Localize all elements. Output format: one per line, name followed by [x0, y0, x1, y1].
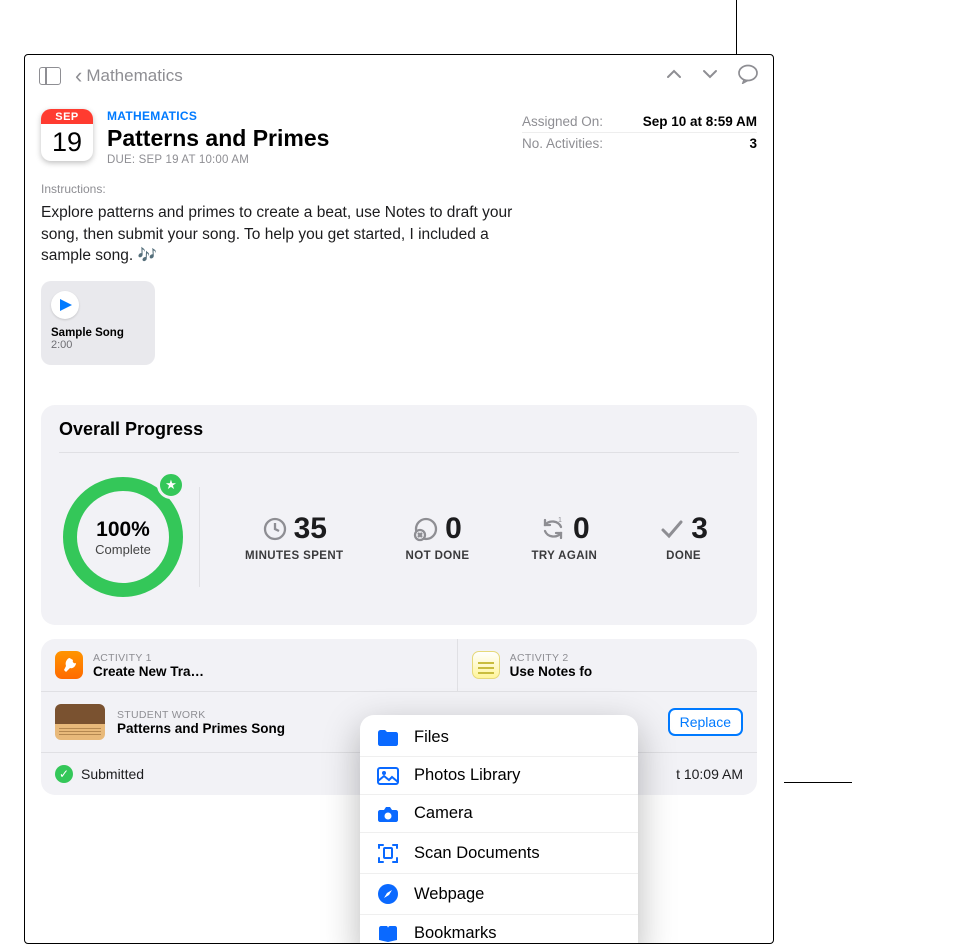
toolbar: ‹ Mathematics: [25, 55, 773, 97]
play-button[interactable]: [51, 291, 79, 319]
activity-2[interactable]: ACTIVITY 2 Use Notes fo: [458, 639, 757, 691]
callout-line-top: [736, 0, 737, 62]
menu-item-camera-label: Camera: [414, 804, 473, 823]
try-again-icon: 1: [539, 516, 567, 542]
stat-done: 3 DONE: [659, 512, 708, 562]
app-window: ‹ Mathematics SEP 19 MATHEMATICS Pattern…: [24, 54, 774, 944]
not-done-value: 0: [445, 512, 462, 546]
progress-complete-label: Complete: [95, 542, 151, 557]
stat-minutes: 35 MINUTES SPENT: [245, 512, 344, 562]
instructions-block: Instructions: Explore patterns and prime…: [25, 174, 773, 267]
stat-not-done: 0 NOT DONE: [406, 512, 470, 562]
star-badge-icon: ★: [157, 471, 185, 499]
chevron-up-icon[interactable]: [665, 67, 683, 85]
try-again-value: 0: [573, 512, 590, 546]
compass-icon: [376, 883, 400, 905]
menu-item-scan[interactable]: Scan Documents: [360, 833, 638, 874]
back-button[interactable]: ‹ Mathematics: [75, 65, 183, 87]
menu-item-camera[interactable]: Camera: [360, 795, 638, 833]
meta-block: Assigned On: Sep 10 at 8:59 AM No. Activ…: [522, 109, 757, 166]
calendar-month: SEP: [41, 109, 93, 124]
minutes-value: 35: [294, 512, 327, 546]
attach-source-menu: Files Photos Library Camera Scan Documen…: [360, 715, 638, 944]
menu-item-files[interactable]: Files: [360, 719, 638, 757]
callout-line-right: [784, 782, 852, 783]
overall-progress-title: Overall Progress: [59, 419, 739, 453]
photos-icon: [376, 767, 400, 785]
menu-item-photos[interactable]: Photos Library: [360, 757, 638, 795]
svg-text:1: 1: [558, 517, 562, 524]
activity-2-label: ACTIVITY 2: [510, 652, 593, 664]
menu-item-files-label: Files: [414, 728, 449, 747]
submitted-check-icon: ✓: [55, 765, 73, 783]
progress-ring: 100% Complete ★: [59, 471, 191, 603]
divider: [199, 487, 200, 587]
activities-count-label: No. Activities:: [522, 136, 603, 151]
due-label: DUE: SEP 19 AT 10:00 AM: [107, 154, 329, 166]
instructions-body: Explore patterns and primes to create a …: [41, 202, 541, 267]
activities-count-value: 3: [749, 136, 757, 151]
sidebar-toggle-icon[interactable]: [39, 67, 61, 85]
progress-percent: 100%: [96, 518, 150, 542]
assigned-on-value: Sep 10 at 8:59 AM: [643, 114, 757, 129]
instructions-label: Instructions:: [41, 182, 757, 196]
calendar-icon: SEP 19: [41, 109, 93, 161]
activity-1[interactable]: ACTIVITY 1 Create New Tra…: [41, 639, 458, 691]
assignment-title: Patterns and Primes: [107, 125, 329, 152]
replace-button[interactable]: Replace: [668, 708, 743, 736]
back-label: Mathematics: [86, 66, 182, 86]
assigned-on-label: Assigned On:: [522, 114, 603, 129]
menu-item-bookmarks-label: Bookmarks: [414, 924, 497, 943]
submitted-time: t 10:09 AM: [676, 766, 743, 782]
message-icon[interactable]: [737, 64, 759, 89]
try-again-label: TRY AGAIN: [531, 550, 597, 562]
clock-icon: [262, 516, 288, 542]
assignment-header: SEP 19 MATHEMATICS Patterns and Primes D…: [25, 97, 773, 174]
garageband-icon: [55, 651, 83, 679]
subject-label: MATHEMATICS: [107, 109, 329, 123]
checkmark-icon: [659, 516, 685, 542]
not-done-icon: [413, 516, 439, 542]
done-label: DONE: [666, 550, 701, 562]
scan-icon: [376, 842, 400, 864]
sample-song-card[interactable]: Sample Song 2:00: [41, 281, 155, 365]
chevron-left-icon: ‹: [75, 65, 82, 87]
menu-item-webpage-label: Webpage: [414, 885, 484, 904]
menu-item-webpage[interactable]: Webpage: [360, 874, 638, 915]
activity-1-label: ACTIVITY 1: [93, 652, 204, 664]
menu-item-scan-label: Scan Documents: [414, 844, 540, 863]
song-thumbnail: [55, 704, 105, 740]
folder-icon: [376, 729, 400, 747]
camera-icon: [376, 805, 400, 823]
notes-icon: [472, 651, 500, 679]
menu-item-photos-label: Photos Library: [414, 766, 520, 785]
activity-2-name: Use Notes fo: [510, 664, 593, 679]
overall-progress-panel: Overall Progress 100% Complete ★ 35 MINU…: [41, 405, 757, 625]
minutes-label: MINUTES SPENT: [245, 550, 344, 562]
activity-1-name: Create New Tra…: [93, 664, 204, 679]
stat-try-again: 1 0 TRY AGAIN: [531, 512, 597, 562]
sample-duration: 2:00: [51, 339, 145, 351]
chevron-down-icon[interactable]: [701, 67, 719, 85]
sample-title: Sample Song: [51, 327, 145, 339]
done-value: 3: [691, 512, 708, 546]
not-done-label: NOT DONE: [406, 550, 470, 562]
calendar-day: 19: [41, 124, 93, 161]
